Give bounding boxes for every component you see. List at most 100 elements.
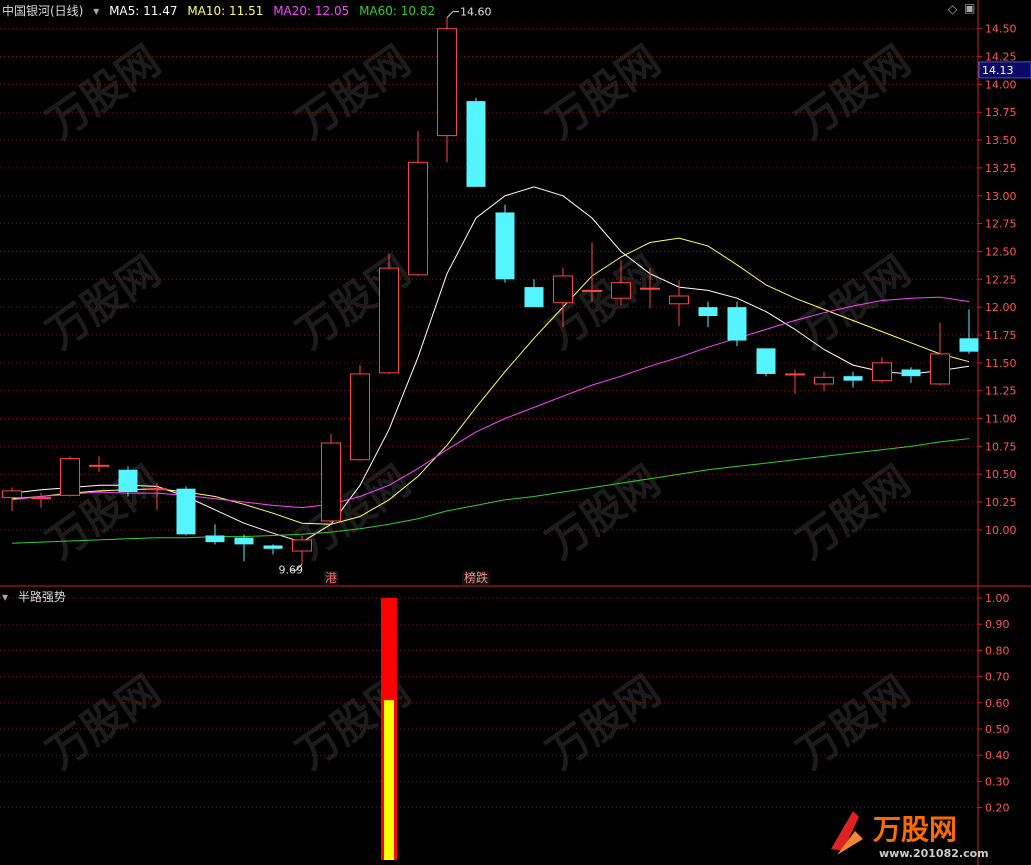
candle <box>698 301 718 328</box>
y-tick-label: 11.00 <box>985 413 1017 426</box>
candle-body <box>176 488 196 535</box>
window-icon[interactable]: ▣ <box>964 1 975 15</box>
y-tick-label: 11.25 <box>985 385 1017 398</box>
y-tick-label: 0.30 <box>985 775 1010 788</box>
candle <box>292 535 312 565</box>
y-tick-label: 0.40 <box>985 749 1010 762</box>
y-tick-label: 0.60 <box>985 697 1010 710</box>
candle-body <box>205 535 225 543</box>
candle <box>176 486 196 536</box>
candle <box>727 301 747 347</box>
candle-body <box>582 289 602 292</box>
watermark-text: 万股网 <box>38 666 169 778</box>
candle-body <box>640 287 660 290</box>
candle-body <box>727 307 747 341</box>
candle <box>930 322 950 386</box>
y-tick-label: 11.50 <box>985 357 1017 370</box>
candle-body <box>89 464 109 467</box>
chart-canvas[interactable]: 万股网 万股网 万股网 万股网万股网 万股网 万股网 万股网万股网 万股网 万股网 万股网万股网万… <box>0 0 1031 865</box>
axis-labels: 14.5014.2514.0013.7513.5013.2513.0012.75… <box>978 23 1031 815</box>
candle-body <box>872 362 892 382</box>
candle <box>959 309 979 354</box>
diamond-icon[interactable]: ◇ <box>948 2 957 16</box>
y-tick-label: 10.25 <box>985 496 1017 509</box>
candle-body <box>379 267 399 374</box>
logo-name: 万股网 <box>873 813 957 846</box>
y-tick-label: 13.00 <box>985 190 1017 203</box>
indicator-title: 半路强势 <box>17 590 66 604</box>
candle <box>466 97 486 187</box>
watermark-text: 万股网 <box>288 246 419 358</box>
candle <box>495 204 515 283</box>
candle-body <box>466 101 486 187</box>
watermark-text: 万股网 <box>538 456 669 568</box>
y-tick-label: 12.75 <box>985 218 1017 231</box>
candle <box>872 357 892 383</box>
y-tick-label: 0.80 <box>985 644 1010 657</box>
watermark-text: 万股网 <box>38 36 169 148</box>
candle <box>118 466 138 497</box>
current-price-label: 14.13 <box>982 64 1014 77</box>
indicator-bars <box>381 598 397 860</box>
y-tick-label: 1.00 <box>985 592 1010 605</box>
candle-body <box>437 28 457 137</box>
candle <box>234 534 254 562</box>
candle <box>437 17 457 163</box>
candle-body <box>31 497 51 500</box>
candle <box>263 544 283 555</box>
candle-body <box>698 307 718 317</box>
candle-body <box>785 373 805 376</box>
y-tick-label: 0.70 <box>985 671 1010 684</box>
high-label: 14.60 <box>460 6 492 19</box>
candle-body <box>959 338 979 352</box>
indicator-header: ▾ 半路强势 <box>2 588 72 604</box>
watermark-text: 万股网 <box>288 666 419 778</box>
candle <box>843 371 863 388</box>
candle-body <box>2 490 22 499</box>
candle-body <box>495 212 515 280</box>
watermark-text: 万股网 <box>788 36 919 148</box>
candle-body <box>118 469 138 493</box>
y-tick-label: 12.50 <box>985 245 1017 258</box>
low-label: 9.69 <box>279 563 304 576</box>
candle <box>321 434 341 524</box>
brand-logo: 万股网 www.201082.com <box>831 811 989 860</box>
high-marker <box>446 11 459 18</box>
candle-body <box>814 376 834 385</box>
watermark-text: 万股网 <box>788 246 919 358</box>
collapse-icon[interactable]: ▾ <box>93 4 99 18</box>
candle-body <box>611 282 631 299</box>
candle-body <box>263 545 283 549</box>
logo-url: www.201082.com <box>879 847 989 860</box>
candle-body <box>553 275 573 304</box>
watermark-text: 万股网 <box>38 456 169 568</box>
candle <box>524 279 544 308</box>
candle <box>350 365 370 461</box>
chart-header: 中国银河(日线) ▾ MA5: 11.47 MA10: 11.51 MA20: … <box>2 2 441 18</box>
watermark-text: 万股网 <box>788 666 919 778</box>
y-tick-label: 10.00 <box>985 524 1017 537</box>
candle-body <box>901 369 921 377</box>
ma5-label: MA5: 11.47 <box>109 4 178 18</box>
watermark-text: 万股网 <box>538 666 669 778</box>
candle-body <box>292 539 312 552</box>
event-tag: 港 <box>325 571 337 585</box>
ma20-label: MA20: 12.05 <box>273 4 350 18</box>
candle-body <box>843 376 863 381</box>
candle <box>756 348 776 377</box>
y-tick-label: 10.75 <box>985 440 1017 453</box>
y-tick-label: 12.25 <box>985 273 1017 286</box>
candle-body <box>524 287 544 308</box>
y-tick-label: 14.00 <box>985 78 1017 91</box>
collapse-icon[interactable]: ▾ <box>2 590 8 604</box>
watermark-text: 万股网 <box>288 36 419 148</box>
candle <box>901 367 921 383</box>
candle-body <box>930 353 950 385</box>
candle <box>60 456 80 497</box>
event-tag: 榜跌 <box>464 570 488 585</box>
candle <box>205 524 225 545</box>
y-tick-label: 13.50 <box>985 134 1017 147</box>
ma10-label: MA10: 11.51 <box>187 4 264 18</box>
watermark-text: 万股网 <box>38 246 169 358</box>
y-tick-label: 11.75 <box>985 329 1017 342</box>
